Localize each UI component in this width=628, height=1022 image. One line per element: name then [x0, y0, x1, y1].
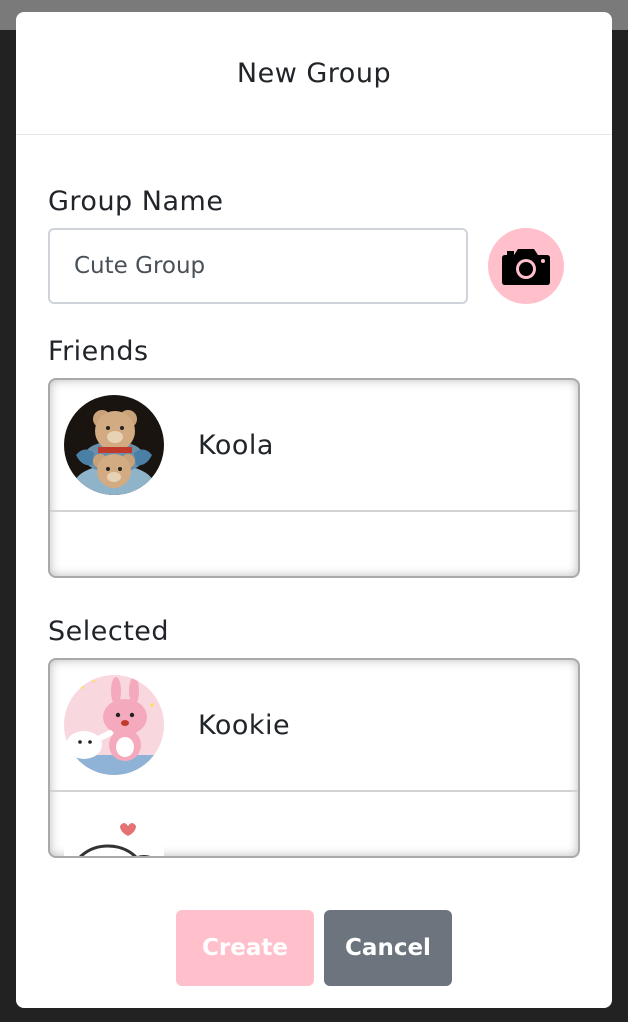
selected-friend-name: Kookie [198, 709, 291, 741]
create-button[interactable]: Create [176, 910, 314, 986]
modal-header: New Group [16, 12, 612, 135]
friend-name: Koola [198, 429, 274, 461]
cancel-button[interactable]: Cancel [324, 910, 452, 986]
camera-button[interactable] [488, 228, 564, 304]
list-item[interactable]: Koola [50, 380, 578, 512]
list-item[interactable] [50, 792, 578, 856]
camera-icon [502, 249, 550, 285]
modal-footer: Create Cancel [16, 910, 612, 986]
avatar [64, 820, 164, 856]
new-group-modal: New Group Group Name Cute Group Friends [16, 12, 612, 1008]
modal-title: New Group [236, 57, 392, 89]
list-item[interactable]: Kookie [50, 660, 578, 792]
group-name-label: Group Name [48, 186, 224, 217]
friends-list[interactable]: Koola [48, 378, 580, 578]
white-seal-avatar [64, 820, 164, 856]
selected-label: Selected [48, 616, 170, 647]
avatar [64, 395, 164, 495]
pink-bunny-avatar [64, 675, 164, 775]
teddy-bears-avatar [64, 395, 164, 495]
group-name-input[interactable]: Cute Group [48, 228, 468, 304]
avatar [64, 675, 164, 775]
friends-label: Friends [48, 336, 149, 367]
selected-list[interactable]: Kookie [48, 658, 580, 858]
